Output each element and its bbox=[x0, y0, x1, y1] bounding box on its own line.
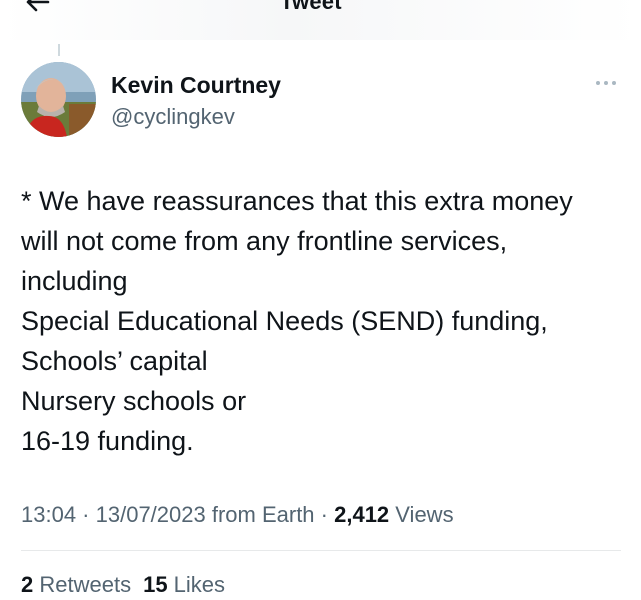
page-title: Tweet bbox=[280, 0, 342, 14]
engagement-stats: 2 Retweets 15 Likes bbox=[21, 572, 237, 598]
tweet-metadata: 13:04 · 13/07/2023 from Earth · 2,412 Vi… bbox=[21, 502, 454, 528]
tweet-time[interactable]: 13:04 bbox=[21, 502, 76, 527]
tweet-source: from Earth bbox=[205, 502, 315, 527]
author-name[interactable]: Kevin Courtney bbox=[111, 72, 281, 99]
likes-count: 15 bbox=[143, 572, 168, 597]
views-count[interactable]: 2,412 bbox=[334, 502, 389, 527]
tweet-text: * We have reassurances that this extra m… bbox=[21, 181, 626, 461]
separator: · bbox=[76, 502, 96, 527]
views-label[interactable]: Views bbox=[389, 502, 453, 527]
tweet-text-line: Special Educational Needs (SEND) funding… bbox=[21, 306, 548, 336]
divider bbox=[21, 550, 621, 551]
separator: · bbox=[314, 502, 335, 527]
thread-line bbox=[58, 44, 60, 56]
tweet-text-line: including bbox=[21, 266, 128, 296]
top-navigation-bar: Tweet bbox=[0, 0, 641, 40]
tweet-text-line: Nursery schools or bbox=[21, 386, 247, 416]
arrow-left-icon[interactable] bbox=[22, 0, 54, 18]
tweet-text-line: will not come from any frontline service… bbox=[21, 226, 508, 256]
retweets-link[interactable]: 2 Retweets bbox=[21, 572, 131, 597]
likes-label: Likes bbox=[167, 572, 226, 597]
retweets-count: 2 bbox=[21, 572, 34, 597]
retweets-label: Retweets bbox=[33, 572, 132, 597]
more-horizontal-icon[interactable] bbox=[594, 76, 618, 90]
tweet-date[interactable]: 13/07/2023 bbox=[96, 502, 206, 527]
likes-link[interactable]: 15 Likes bbox=[143, 572, 225, 597]
tweet-text-line: Schools’ capital bbox=[21, 346, 208, 376]
avatar[interactable] bbox=[21, 62, 96, 137]
author-handle[interactable]: @cyclingkev bbox=[111, 104, 235, 130]
profile-photo bbox=[21, 62, 96, 137]
tweet-text-line: 16-19 funding. bbox=[21, 426, 194, 456]
tweet-text-line: * We have reassurances that this extra m… bbox=[21, 186, 573, 216]
